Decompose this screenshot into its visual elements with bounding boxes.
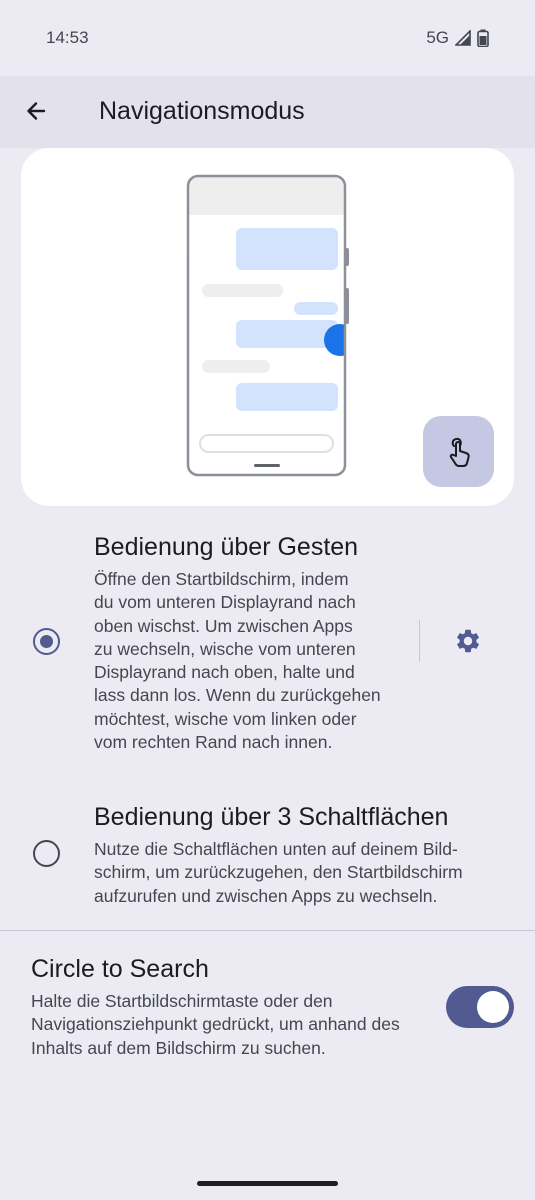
circle-to-search-description: Halte die Startbildschirmtaste oder den … — [31, 991, 400, 1058]
section-divider — [0, 930, 535, 931]
signal-icon — [455, 30, 471, 46]
status-icons: 5G — [426, 28, 489, 48]
option-divider — [419, 620, 420, 662]
page-title: Navigationsmodus — [99, 97, 305, 125]
option-gesture-navigation[interactable]: Bedienung über Gesten Öffne den Startbil… — [0, 520, 535, 770]
toggle-thumb — [477, 991, 509, 1023]
network-type: 5G — [426, 28, 449, 47]
circle-to-search-toggle[interactable] — [446, 986, 514, 1028]
three-button-radio-button[interactable] — [33, 840, 60, 867]
app-bar: Navigationsmodus — [0, 76, 535, 146]
three-button-option-title: Bedienung über 3 Schaltflächen — [94, 803, 449, 831]
three-button-option-description: Nutze die Schaltflächen unten auf deinem… — [94, 839, 463, 906]
option-three-button-navigation[interactable]: Bedienung über 3 Schaltflächen Nutze die… — [0, 790, 535, 920]
back-button[interactable] — [16, 91, 56, 131]
touch-gesture-icon — [449, 437, 470, 467]
battery-icon — [477, 29, 489, 47]
gear-icon — [457, 629, 479, 653]
gesture-option-title: Bedienung über Gesten — [94, 533, 359, 561]
gesture-demo-button[interactable] — [423, 416, 494, 487]
gesture-settings-button[interactable] — [448, 621, 488, 661]
circle-to-search-title: Circle to Search — [31, 955, 209, 983]
gesture-navigation-handle[interactable] — [197, 1181, 338, 1186]
arrow-back-icon — [27, 102, 46, 120]
navigation-illustration — [21, 148, 514, 506]
gesture-option-description: Öffne den Startbildschirm, indem du vom … — [94, 569, 381, 753]
gesture-radio-button[interactable] — [33, 628, 60, 655]
status-bar: 14:53 5G — [0, 0, 535, 76]
status-time: 14:53 — [46, 28, 89, 47]
